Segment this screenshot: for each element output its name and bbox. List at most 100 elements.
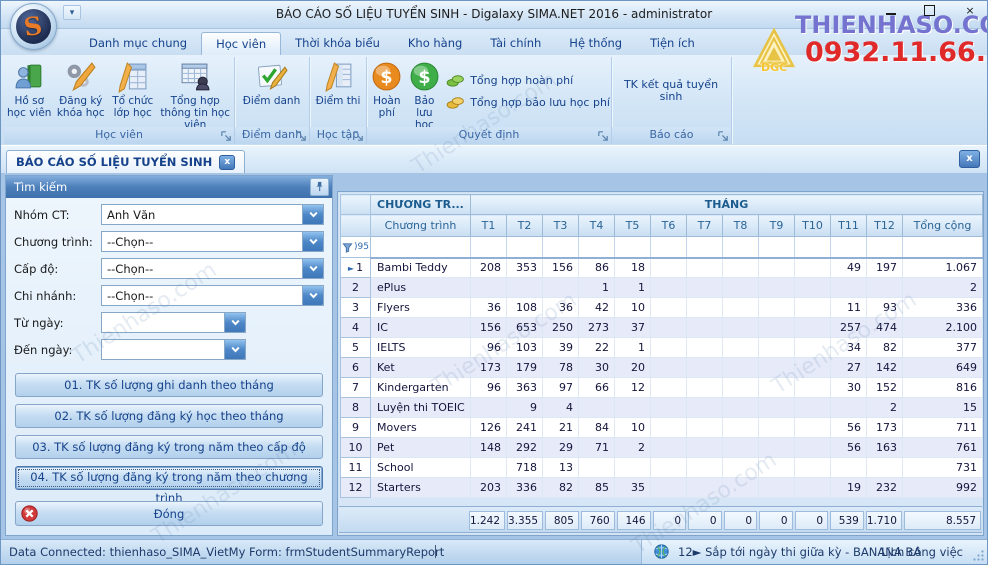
- report-button-01[interactable]: 01. TK số lượng ghi danh theo tháng: [15, 373, 323, 397]
- cell-month-value[interactable]: [795, 338, 831, 358]
- ribbon-button[interactable]: Điểm thi: [311, 59, 365, 108]
- cell-month-value[interactable]: [759, 398, 795, 418]
- cell-month-value[interactable]: 82: [543, 478, 579, 498]
- cell-month-value[interactable]: 152: [867, 378, 903, 398]
- cell-month-value[interactable]: [651, 458, 687, 478]
- cell-total-value[interactable]: 731: [903, 458, 983, 478]
- cell-program[interactable]: Pet: [371, 438, 471, 458]
- cell-month-value[interactable]: 273: [579, 318, 615, 338]
- ribbon-button[interactable]: Tổng hợp thông tin học viên: [157, 59, 233, 132]
- cell-month-value[interactable]: [759, 418, 795, 438]
- cell-month-value[interactable]: [795, 458, 831, 478]
- combo-field[interactable]: --Chọn--: [101, 258, 324, 279]
- cell-month-value[interactable]: [723, 378, 759, 398]
- cell-month-value[interactable]: 197: [867, 258, 903, 278]
- cell-month-value[interactable]: [759, 278, 795, 298]
- cell-month-value[interactable]: [723, 318, 759, 338]
- column-header-total[interactable]: Tổng cộng: [903, 215, 983, 237]
- combo-field[interactable]: --Chọn--: [101, 231, 324, 252]
- cell-month-value[interactable]: [687, 298, 723, 318]
- cell-program[interactable]: IELTS: [371, 338, 471, 358]
- cell-month-value[interactable]: [831, 458, 867, 478]
- cell-month-value[interactable]: 4: [543, 398, 579, 418]
- cell-month-value[interactable]: [687, 438, 723, 458]
- cell-month-value[interactable]: [651, 318, 687, 338]
- cell-total-value[interactable]: 816: [903, 378, 983, 398]
- table-row[interactable]: 6Ket17317978302027142649: [341, 358, 983, 378]
- cell-month-value[interactable]: [795, 358, 831, 378]
- cell-month-value[interactable]: 13: [543, 458, 579, 478]
- row-indicator[interactable]: 3: [341, 298, 371, 318]
- document-tab-close-icon[interactable]: x: [219, 155, 235, 170]
- cell-month-value[interactable]: 34: [831, 338, 867, 358]
- cell-month-value[interactable]: 203: [471, 478, 507, 498]
- row-indicator[interactable]: 9: [341, 418, 371, 438]
- cell-month-value[interactable]: [651, 478, 687, 498]
- cell-month-value[interactable]: [723, 338, 759, 358]
- row-indicator[interactable]: 11: [341, 458, 371, 478]
- cell-month-value[interactable]: [723, 478, 759, 498]
- cell-month-value[interactable]: [723, 458, 759, 478]
- cell-month-value[interactable]: [723, 438, 759, 458]
- ribbon-button[interactable]: Hồ sơ học viên: [5, 59, 53, 120]
- cell-month-value[interactable]: 336: [507, 478, 543, 498]
- column-header-month[interactable]: T10: [795, 215, 831, 237]
- cell-month-value[interactable]: [687, 338, 723, 358]
- cell-month-value[interactable]: 35: [615, 478, 651, 498]
- pin-icon[interactable]: [310, 178, 329, 196]
- cell-month-value[interactable]: 10: [615, 298, 651, 318]
- cell-month-value[interactable]: 10: [615, 418, 651, 438]
- filter-cell[interactable]: [687, 237, 723, 258]
- filter-cell[interactable]: [759, 237, 795, 258]
- ribbon-tab[interactable]: Hệ thống: [555, 32, 636, 55]
- cell-total-value[interactable]: 761: [903, 438, 983, 458]
- cell-month-value[interactable]: 363: [507, 378, 543, 398]
- cell-program[interactable]: School: [371, 458, 471, 478]
- cell-month-value[interactable]: 78: [543, 358, 579, 378]
- quick-access-dropdown-icon[interactable]: ▾: [63, 5, 81, 20]
- row-indicator[interactable]: 10: [341, 438, 371, 458]
- ribbon-tab[interactable]: Tài chính: [476, 32, 555, 55]
- dialog-launcher-icon[interactable]: [717, 130, 729, 142]
- task-calendar-link[interactable]: Lịch công việc: [881, 545, 963, 559]
- cell-month-value[interactable]: [651, 278, 687, 298]
- ribbon-button[interactable]: $Hoàn phí: [368, 59, 406, 120]
- cell-month-value[interactable]: [723, 278, 759, 298]
- report-button-02[interactable]: 02. TK số lượng đăng ký học theo tháng: [15, 404, 323, 428]
- cell-program[interactable]: Ket: [371, 358, 471, 378]
- cell-total-value[interactable]: 1.067: [903, 258, 983, 278]
- cell-month-value[interactable]: [687, 418, 723, 438]
- cell-month-value[interactable]: [795, 258, 831, 278]
- cell-month-value[interactable]: [795, 298, 831, 318]
- cell-month-value[interactable]: 1: [615, 278, 651, 298]
- cell-month-value[interactable]: 257: [831, 318, 867, 338]
- cell-month-value[interactable]: [831, 398, 867, 418]
- cell-month-value[interactable]: [759, 358, 795, 378]
- table-row[interactable]: 9Movers12624121841056173711: [341, 418, 983, 438]
- table-row[interactable]: 2ePlus112: [341, 278, 983, 298]
- ribbon-button[interactable]: Đăng ký khóa học: [53, 59, 108, 120]
- cell-month-value[interactable]: 96: [471, 378, 507, 398]
- cell-month-value[interactable]: 82: [867, 338, 903, 358]
- date-field[interactable]: [101, 339, 246, 360]
- filter-cell[interactable]: [795, 237, 831, 258]
- column-header-month[interactable]: T8: [723, 215, 759, 237]
- cell-month-value[interactable]: [795, 378, 831, 398]
- table-row[interactable]: 8Luyện thi TOEIC94215: [341, 398, 983, 418]
- column-header-month[interactable]: T12: [867, 215, 903, 237]
- cell-month-value[interactable]: [723, 258, 759, 278]
- cell-month-value[interactable]: 250: [543, 318, 579, 338]
- cell-month-value[interactable]: 27: [831, 358, 867, 378]
- cell-month-value[interactable]: 2: [867, 398, 903, 418]
- cell-month-value[interactable]: [759, 378, 795, 398]
- filter-cell[interactable]: [507, 237, 543, 258]
- cell-month-value[interactable]: 173: [471, 358, 507, 378]
- cell-month-value[interactable]: 2: [615, 438, 651, 458]
- cell-program[interactable]: Movers: [371, 418, 471, 438]
- cell-month-value[interactable]: [687, 378, 723, 398]
- ribbon-small-button[interactable]: Tổng hợp hoàn phí: [446, 74, 610, 87]
- close-button[interactable]: ×: [963, 4, 977, 18]
- dialog-launcher-icon[interactable]: [295, 130, 307, 142]
- cell-month-value[interactable]: 103: [507, 338, 543, 358]
- chevron-down-icon[interactable]: [302, 205, 323, 224]
